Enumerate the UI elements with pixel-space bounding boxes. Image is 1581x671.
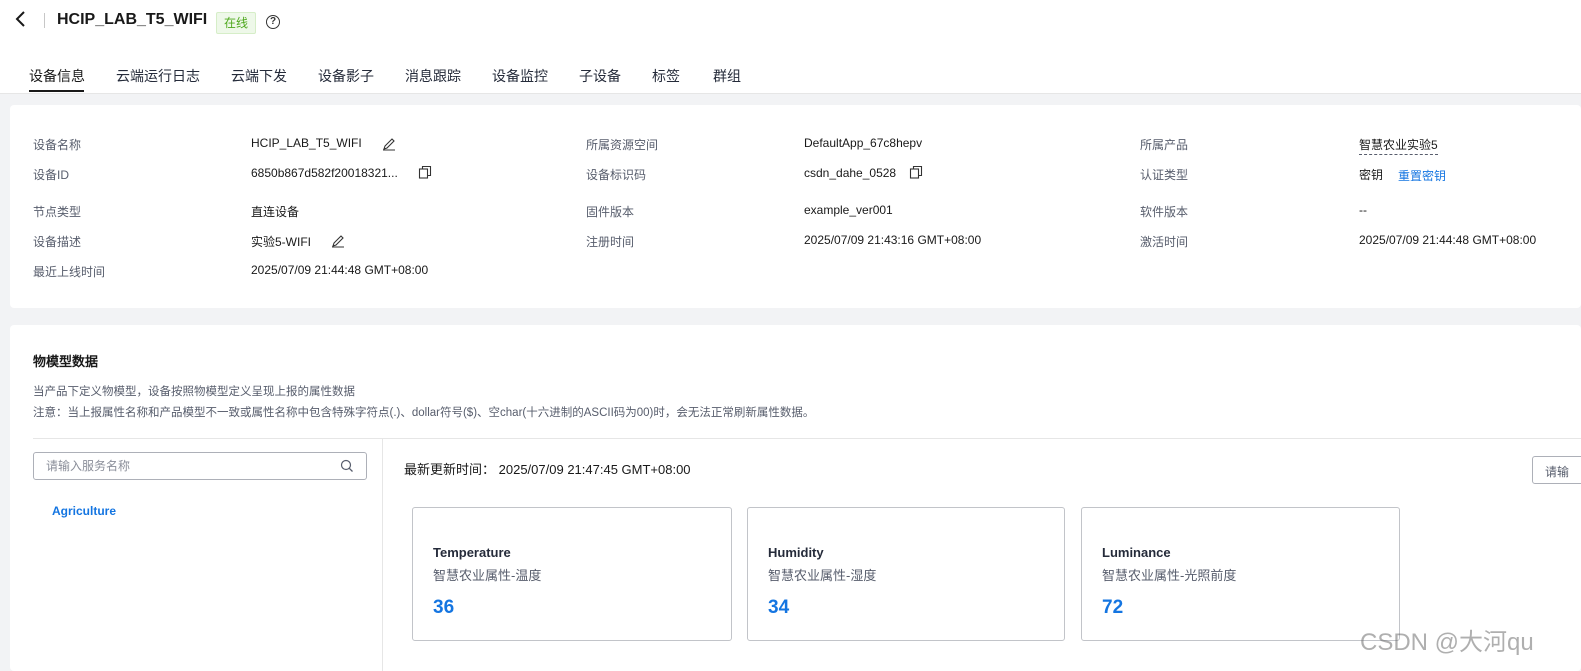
auth-type-label: 认证类型 (1140, 168, 1189, 182)
top-bar: HCIP_LAB_T5_WIFI 在线 ? (0, 0, 1581, 44)
property-value: 34 (768, 597, 790, 618)
resource-space-value: DefaultApp_67c8hepv (804, 136, 923, 150)
tab-cloud-commands[interactable]: 云端下发 (231, 66, 287, 86)
device-name-label: 设备名称 (33, 138, 82, 152)
device-desc-value: 实验5-WIFI (251, 235, 311, 249)
tab-cloud-logs[interactable]: 云端运行日志 (116, 66, 200, 86)
tab-bar: 设备信息 云端运行日志 云端下发 设备影子 消息跟踪 设备监控 子设备 标签 群… (0, 44, 1581, 94)
model-warning: 注意：当上报属性名称和产品模型不一致或属性名称中包含特殊字符点(.)、dolla… (33, 407, 815, 419)
property-name: Humidity (768, 545, 824, 560)
property-name: Luminance (1102, 545, 1171, 560)
last-update-time: 2025/07/09 21:47:45 GMT+08:00 (498, 462, 691, 477)
tab-tags[interactable]: 标签 (652, 66, 680, 86)
activate-time-value: 2025/07/09 21:44:48 GMT+08:00 (1359, 233, 1537, 247)
tab-message-trace[interactable]: 消息跟踪 (405, 66, 461, 86)
device-id-label: 设备ID (33, 168, 70, 182)
product-label: 所属产品 (1140, 138, 1189, 152)
page-title: HCIP_LAB_T5_WIFI (57, 11, 208, 28)
last-online-value: 2025/07/09 21:44:48 GMT+08:00 (251, 263, 429, 277)
device-name-value: HCIP_LAB_T5_WIFI (251, 136, 362, 150)
property-value: 36 (433, 597, 455, 618)
search-icon[interactable] (340, 459, 354, 478)
firmware-value: example_ver001 (804, 203, 893, 217)
help-icon[interactable]: ? (266, 15, 280, 29)
watermark: CSDN @大河qu (1360, 629, 1534, 656)
device-info-card (10, 105, 1581, 308)
edit-desc-icon[interactable] (331, 234, 345, 248)
service-search-input[interactable] (46, 459, 336, 473)
node-id-label: 设备标识码 (586, 168, 647, 182)
property-desc: 智慧农业属性-光照前度 (1102, 568, 1237, 583)
panel-divider (382, 439, 383, 671)
property-search-input[interactable]: 请输 (1532, 456, 1581, 484)
device-id-value: 6850b867d582f20018321... (251, 166, 398, 180)
property-name: Temperature (433, 545, 511, 560)
node-type-value: 直连设备 (251, 205, 300, 219)
node-id-value: csdn_dahe_0528 (804, 166, 897, 180)
reset-secret-link[interactable]: 重置密钥 (1398, 167, 1446, 184)
software-value: -- (1359, 203, 1367, 217)
title-divider (44, 13, 45, 28)
auth-type-value: 密钥 (1359, 168, 1384, 182)
property-card: Luminance 智慧农业属性-光照前度 72 (1081, 507, 1400, 641)
property-card: Temperature 智慧农业属性-温度 36 (412, 507, 732, 641)
firmware-label: 固件版本 (586, 205, 635, 219)
back-arrow-icon[interactable] (14, 10, 28, 34)
software-label: 软件版本 (1140, 205, 1189, 219)
property-card: Humidity 智慧农业属性-湿度 34 (747, 507, 1065, 641)
register-time-value: 2025/07/09 21:43:16 GMT+08:00 (804, 233, 982, 247)
product-link[interactable]: 智慧农业实验5 (1359, 136, 1438, 155)
status-badge: 在线 (216, 12, 257, 34)
last-update-label: 最新更新时间： (404, 462, 496, 477)
activate-time-label: 激活时间 (1140, 235, 1189, 249)
device-desc-label: 设备描述 (33, 235, 82, 249)
property-desc: 智慧农业属性-温度 (433, 568, 542, 583)
last-online-label: 最近上线时间 (33, 265, 106, 279)
tab-device-info[interactable]: 设备信息 (29, 66, 85, 86)
node-type-label: 节点类型 (33, 205, 82, 219)
divider (33, 438, 1581, 439)
model-note: 当产品下定义物模型，设备按照物模型定义呈现上报的属性数据 (33, 386, 355, 398)
active-tab-indicator (29, 90, 84, 92)
service-search (33, 452, 367, 480)
register-time-label: 注册时间 (586, 235, 635, 249)
tab-device-monitor[interactable]: 设备监控 (492, 66, 548, 86)
property-value: 72 (1102, 597, 1124, 618)
last-update: 最新更新时间： 2025/07/09 21:47:45 GMT+08:00 (404, 459, 691, 478)
resource-space-label: 所属资源空间 (586, 138, 659, 152)
section-title: 物模型数据 (33, 354, 99, 369)
service-item-agriculture[interactable]: Agriculture (52, 504, 116, 518)
tab-groups[interactable]: 群组 (713, 66, 741, 86)
tab-sub-devices[interactable]: 子设备 (579, 66, 621, 86)
edit-name-icon[interactable] (382, 137, 396, 151)
copy-id-icon[interactable] (418, 165, 432, 179)
copy-node-id-icon[interactable] (909, 165, 923, 179)
tab-device-shadow[interactable]: 设备影子 (318, 66, 374, 86)
property-desc: 智慧农业属性-湿度 (768, 568, 877, 583)
